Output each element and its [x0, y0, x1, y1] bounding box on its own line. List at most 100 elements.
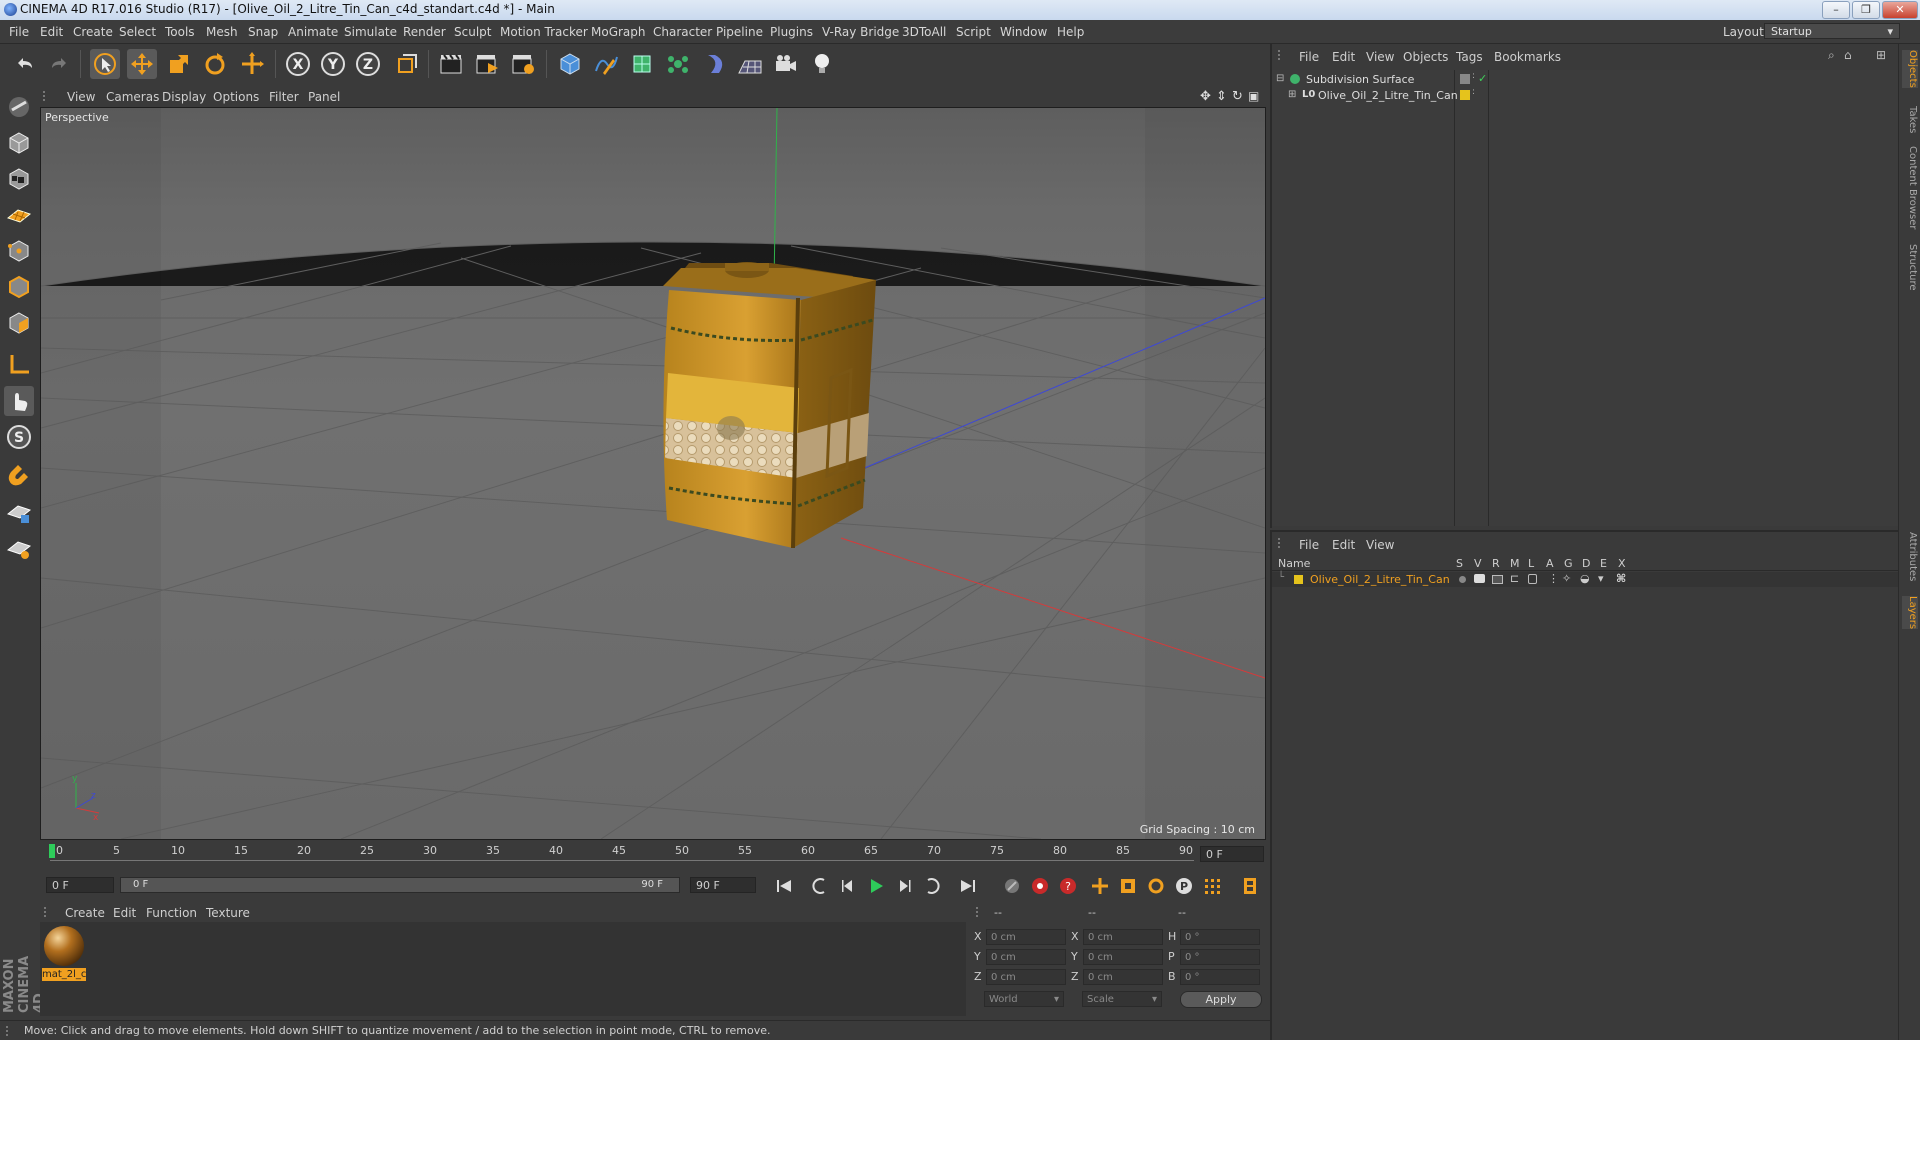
points-mode-button[interactable] [4, 236, 34, 266]
redo-button[interactable] [44, 49, 74, 79]
playhead-marker[interactable] [49, 844, 55, 858]
menu-mograph[interactable]: MoGraph [591, 25, 646, 39]
key-position-button[interactable] [1088, 875, 1112, 897]
render-clapper-icon[interactable] [1492, 575, 1503, 584]
material-item[interactable]: mat_2l_c [42, 926, 86, 982]
home-icon[interactable]: ⌂ [1844, 48, 1852, 62]
column-manager[interactable]: M [1510, 557, 1520, 570]
layer-menu-view[interactable]: View [1366, 538, 1394, 552]
rotation-b-field[interactable]: 0 ° [1180, 969, 1260, 985]
key-scale-button[interactable] [1116, 875, 1140, 897]
layer-menu-file[interactable]: File [1299, 538, 1319, 552]
viewport-nav-rotate-icon[interactable]: ↻ [1232, 89, 1243, 104]
viewport-menu-filter[interactable]: Filter [269, 90, 299, 104]
object-menu-bookmarks[interactable]: Bookmarks [1494, 50, 1561, 64]
object-menu-edit[interactable]: Edit [1332, 50, 1355, 64]
tweak-mode-button[interactable] [4, 386, 34, 416]
size-x-field[interactable]: 0 cm [1083, 929, 1163, 945]
viewport-maximize-icon[interactable]: ▣ [1248, 89, 1259, 103]
rotate-tool-button[interactable] [200, 49, 230, 79]
viewport-nav-move-icon[interactable]: ✥ [1200, 89, 1211, 104]
size-mode-select[interactable]: Scale ▾ [1082, 991, 1162, 1007]
solo-toggle-icon[interactable] [1459, 576, 1466, 583]
viewport-menu-display[interactable]: Display [162, 90, 206, 104]
minimize-button[interactable]: – [1822, 1, 1850, 19]
viewport-menu-panel[interactable]: Panel [308, 90, 340, 104]
add-camera-button[interactable] [771, 49, 801, 79]
column-locked[interactable]: L [1528, 557, 1534, 570]
menu-render[interactable]: Render [403, 25, 446, 39]
coordinate-mode-select[interactable]: World ▾ [984, 991, 1064, 1007]
generator-icon[interactable]: ✧ [1562, 572, 1571, 585]
previous-frame-button[interactable] [836, 875, 860, 897]
move-tool-button[interactable] [127, 49, 157, 79]
render-settings-button[interactable] [508, 49, 538, 79]
column-xref[interactable]: X [1618, 557, 1626, 570]
axis-mode-button[interactable] [4, 350, 34, 380]
tab-takes[interactable]: Takes [1902, 106, 1918, 133]
view-eye-icon[interactable] [1474, 574, 1485, 583]
locked-workplane-button[interactable] [4, 498, 34, 528]
object-row[interactable]: ⊞ L0 Olive_Oil_2_Litre_Tin_Can : [1272, 88, 1900, 104]
apply-button[interactable]: Apply [1180, 991, 1262, 1008]
previous-key-button[interactable] [808, 875, 832, 897]
edges-mode-button[interactable] [4, 272, 34, 302]
viewport-nav-zoom-icon[interactable]: ⇕ [1216, 89, 1227, 104]
object-row[interactable]: ⊟ Subdivision Surface : ✓ [1272, 72, 1900, 88]
workplane-settings-button[interactable] [4, 534, 34, 564]
y-axis-button[interactable]: Y [318, 49, 348, 79]
tab-content-browser[interactable]: Content Browser [1902, 146, 1918, 229]
menu-vray-bridge[interactable]: V-Ray Bridge [822, 25, 899, 39]
object-menu-objects[interactable]: Objects [1403, 50, 1448, 64]
menu-animate[interactable]: Animate [288, 25, 338, 39]
polygons-mode-button[interactable] [4, 308, 34, 338]
record-keys-button[interactable] [1000, 875, 1024, 897]
tab-structure[interactable]: Structure [1902, 244, 1918, 291]
go-to-start-button[interactable] [772, 875, 796, 897]
object-menu-file[interactable]: File [1299, 50, 1319, 64]
manager-hierarchy-icon[interactable]: ⊏ [1510, 572, 1519, 585]
viewport-camera-label[interactable]: Perspective [45, 111, 109, 124]
menu-window[interactable]: Window [1000, 25, 1047, 39]
key-parameter-button[interactable]: P [1172, 875, 1196, 897]
layout-select[interactable]: Startup ▾ [1764, 23, 1900, 39]
end-frame-field[interactable]: 90 F [690, 877, 756, 893]
add-light-button[interactable] [807, 49, 837, 79]
visibility-toggle[interactable] [1460, 74, 1470, 84]
tab-attributes[interactable]: Attributes [1902, 532, 1918, 581]
collapse-icon[interactable]: ⊟ [1276, 73, 1284, 84]
size-z-field[interactable]: 0 cm [1083, 969, 1163, 985]
tab-objects[interactable]: Objects [1902, 50, 1918, 88]
menu-create[interactable]: Create [73, 25, 113, 39]
material-menu-function[interactable]: Function [146, 906, 197, 920]
column-name[interactable]: Name [1278, 557, 1310, 570]
add-environment-button[interactable] [735, 49, 765, 79]
position-z-field[interactable]: 0 cm [986, 969, 1066, 985]
render-to-picture-viewer-button[interactable] [472, 49, 502, 79]
editor-render-dots[interactable]: : [1472, 72, 1475, 81]
make-editable-button[interactable] [4, 92, 34, 122]
autokeying-button[interactable]: ? [1056, 875, 1080, 897]
record-active-button[interactable] [1028, 875, 1052, 897]
scale-tool-button[interactable] [164, 49, 194, 79]
timeline-ruler[interactable]: 0 5 10 15 20 25 30 35 40 45 50 55 60 65 … [40, 842, 1266, 868]
rotation-p-field[interactable]: 0 ° [1180, 949, 1260, 965]
menu-motion-tracker[interactable]: Motion Tracker [500, 25, 588, 39]
menu-script[interactable]: Script [956, 25, 991, 39]
menu-edit[interactable]: Edit [40, 25, 63, 39]
next-frame-button[interactable] [892, 875, 916, 897]
frame-range-slider[interactable]: 0 F 90 F [120, 877, 680, 893]
menu-pipeline[interactable]: Pipeline [716, 25, 763, 39]
column-solo[interactable]: S [1456, 557, 1463, 570]
layer-menu-edit[interactable]: Edit [1332, 538, 1355, 552]
key-rotation-button[interactable] [1144, 875, 1168, 897]
animation-icon[interactable]: ⋮ [1548, 572, 1559, 585]
key-pla-button[interactable] [1200, 875, 1224, 897]
viewport-menu-cameras[interactable]: Cameras [106, 90, 159, 104]
menu-3dtoall[interactable]: 3DToAll [902, 25, 946, 39]
column-render[interactable]: R [1492, 557, 1500, 570]
render-view-button[interactable] [436, 49, 466, 79]
search-icon[interactable]: ⌕ [1828, 48, 1835, 63]
menu-file[interactable]: File [9, 25, 29, 39]
workplane-mode-button[interactable] [4, 200, 34, 230]
